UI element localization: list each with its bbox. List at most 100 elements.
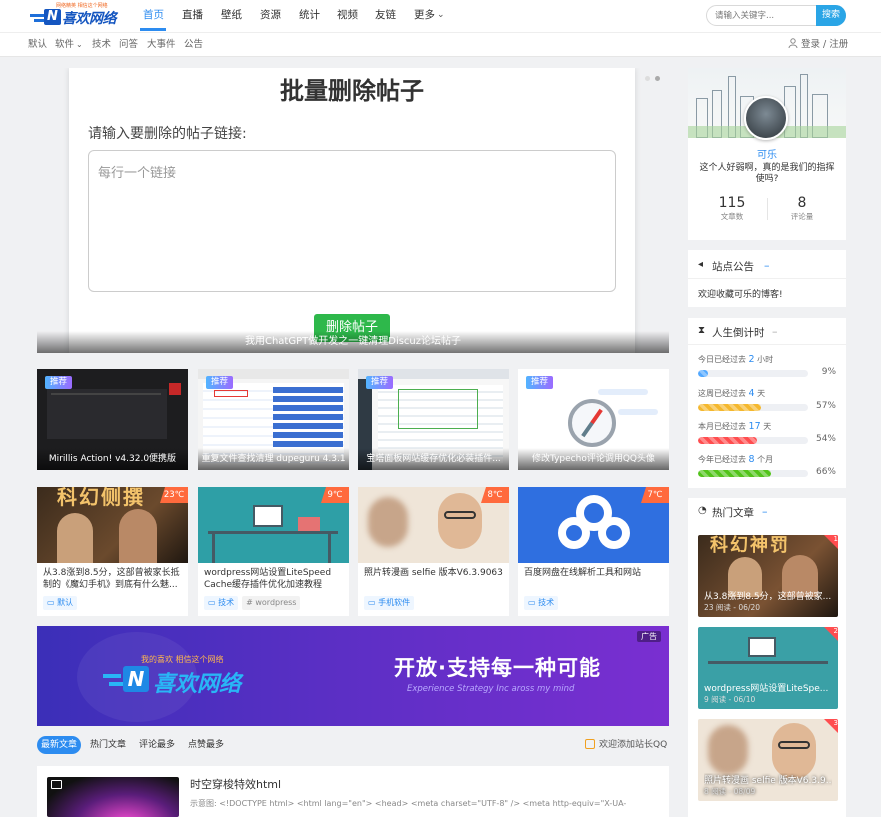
countdown-week-fill — [698, 404, 761, 411]
hot-articles-card: ◔ 热门文章 – 科幻神罚 1 从3.8涨到8.5分，这部曾被家... 23 阅… — [688, 498, 846, 817]
nav-live[interactable]: 直播 — [182, 0, 203, 31]
post-title[interactable]: 从3.8涨到8.5分，这部曾被家长抵制的《魔幻手机》到底有什么魅... — [43, 567, 183, 591]
featured-card[interactable]: 推荐 宝塔面板网站缓存优化必装插件... — [358, 369, 509, 470]
category-tag[interactable]: ▭ 技术 — [204, 596, 239, 610]
hot-title: 热门文章 — [712, 507, 754, 519]
subnav-software[interactable]: 软件 — [55, 33, 74, 57]
login-register-link[interactable]: 登录 / 注册 — [801, 33, 848, 57]
countdown-today-fill — [698, 370, 708, 377]
links-textarea[interactable]: 每行一个链接 — [88, 150, 616, 292]
profile-name[interactable]: 可乐 — [688, 146, 846, 161]
thumb-overlay-text: 科幻侧撰 — [57, 487, 145, 509]
folder-icon: ▭ — [368, 598, 376, 607]
title-dash: – — [762, 505, 768, 518]
tab-most-likes[interactable]: 点赞最多 — [188, 736, 224, 754]
nav-more[interactable]: 更多 — [414, 0, 435, 31]
hot-item[interactable]: 2 wordpress网站设置LiteSpe... 9 阅读 - 06/10 — [698, 627, 838, 709]
featured-card[interactable]: 推荐 Mirillis Action! v4.32.0便携版 — [37, 369, 188, 470]
search-input[interactable] — [715, 8, 810, 23]
slide-prompt: 请输入要删除的帖子链接: — [88, 126, 247, 142]
hot-thumb-text: 科幻神罚 — [710, 535, 790, 556]
qq-icon — [585, 739, 595, 749]
countdown-today-pct: 9% — [821, 367, 836, 377]
recommend-badge: 推荐 — [526, 376, 554, 389]
featured-card[interactable]: 推荐 重复文件查找清理 dupeguru 4.3.1 — [198, 369, 349, 470]
article-title[interactable]: 时空穿梭特效html — [190, 776, 281, 792]
category-bar: 默认 软件 ⌄ 技术 问答 大事件 公告 登录 / 注册 — [0, 32, 881, 57]
banner-logo: N 喜欢网络 我的喜欢 相信这个网络 — [103, 652, 303, 698]
rank-badge: 2 — [824, 627, 838, 643]
nav-friend-links[interactable]: 友链 — [375, 0, 396, 31]
slide-heading: 批量删除帖子 — [280, 77, 424, 105]
logo-text: 喜欢网络 — [62, 11, 117, 27]
nav-resources[interactable]: 资源 — [260, 0, 281, 31]
search-button[interactable]: 搜索 — [816, 5, 846, 26]
post-card[interactable]: 8℃ 照片转漫画 selfie 版本V6.3.9063 ▭ 手机软件 — [358, 487, 509, 616]
stat-articles-label: 文章数 — [720, 212, 744, 221]
countdown-today-label: 今日已经过去 2 小时 — [698, 354, 774, 365]
textarea-placeholder: 每行一个链接 — [98, 166, 177, 181]
subnav-notice[interactable]: 公告 — [184, 33, 203, 57]
folder-icon: ▭ — [528, 598, 536, 607]
countdown-year-pct: 66% — [815, 467, 836, 477]
article-excerpt: 示意图: <!DOCTYPE html> <html lang="en"> <h… — [190, 799, 627, 808]
slider-dot[interactable] — [645, 76, 650, 81]
post-title[interactable]: 百度网盘在线解析工具和网站 — [524, 567, 664, 579]
hero-slider[interactable]: 批量删除帖子 请输入要删除的帖子链接: 每行一个链接 删除帖子 我用ChatGP… — [37, 68, 669, 353]
category-tag[interactable]: ▭ 技术 — [524, 596, 559, 610]
wordpress-tag[interactable]: # wordpress — [242, 596, 301, 610]
countdown-month-bar — [698, 437, 808, 444]
folder-icon: ▭ — [47, 598, 55, 607]
tab-hot[interactable]: 热门文章 — [90, 736, 126, 754]
post-title[interactable]: 照片转漫画 selfie 版本V6.3.9063 — [364, 567, 504, 579]
add-qq-link[interactable]: 欢迎添加站长QQ — [599, 736, 667, 754]
hot-item[interactable]: 3 照片转漫画 selfie 版本V6.3.9... 8 阅读 - 08/09 — [698, 719, 838, 801]
nav-home[interactable]: 首页 — [143, 0, 164, 31]
countdown-week-label: 这周已经过去 4 天 — [698, 388, 766, 399]
ad-banner[interactable]: N 喜欢网络 我的喜欢 相信这个网络 开放·支持每一种可能 Experience… — [37, 626, 669, 726]
hot-item-title: 从3.8涨到8.5分，这部曾被家... — [704, 592, 832, 602]
recommend-badge: 推荐 — [45, 376, 73, 389]
featured-caption: Mirillis Action! v4.32.0便携版 — [37, 448, 188, 470]
nav-wallpaper[interactable]: 壁纸 — [221, 0, 242, 31]
subnav-default[interactable]: 默认 — [28, 33, 47, 57]
banner-subtext: Experience Strategy Inc aross my mind — [407, 684, 575, 694]
category-tag[interactable]: ▭ 手机软件 — [364, 596, 415, 610]
countdown-today-bar — [698, 370, 808, 377]
hot-item-title: 照片转漫画 selfie 版本V6.3.9... — [704, 776, 832, 786]
nav-video[interactable]: 视频 — [337, 0, 358, 31]
stat-comments: 8 评论量 — [772, 195, 832, 222]
tab-latest[interactable]: 最新文章 — [37, 736, 82, 754]
subnav-events[interactable]: 大事件 — [147, 33, 176, 57]
nav-stats[interactable]: 统计 — [299, 0, 320, 31]
post-title[interactable]: wordpress网站设置LiteSpeed Cache缓存插件优化加速教程 — [204, 567, 344, 591]
slider-dot-active[interactable] — [655, 76, 660, 81]
hot-item[interactable]: 科幻神罚 1 从3.8涨到8.5分，这部曾被家... 23 阅读 - 06/20 — [698, 535, 838, 617]
countdown-year-label: 今年已经过去 8 个月 — [698, 454, 774, 465]
divider — [688, 344, 846, 345]
rank-badge: 3 — [824, 719, 838, 735]
hot-item-meta: 8 阅读 - 08/09 — [704, 787, 756, 796]
megaphone-icon: ◂ — [698, 259, 704, 270]
tab-most-comments[interactable]: 评论最多 — [139, 736, 175, 754]
post-card[interactable]: 9℃ wordpress网站设置LiteSpeed Cache缓存插件优化加速教… — [198, 487, 349, 616]
nav-active-indicator — [140, 28, 166, 31]
article-item[interactable]: 时空穿梭特效html 示意图: <!DOCTYPE html> <html la… — [37, 766, 669, 817]
post-card[interactable]: 科幻侧撰 23℃ 从3.8涨到8.5分，这部曾被家长抵制的《魔幻手机》到底有什么… — [37, 487, 188, 616]
countdown-card: ⧗ 人生倒计时 – 今日已经过去 2 小时 9% 这周已经过去 4 天 57% … — [688, 318, 846, 488]
category-tag[interactable]: ▭ 默认 — [43, 596, 78, 610]
avatar[interactable] — [744, 96, 788, 140]
top-header: N 喜欢网络 网络精英 相信这个网络 首页 直播 壁纸 资源 统计 视频 友链 … — [0, 0, 881, 32]
profile-card: 可乐 这个人好弱啊，真的是我们的指挥使吗? 115 文章数 8 评论量 — [688, 68, 846, 240]
banner-slogan: 开放·支持每一种可能 — [394, 656, 601, 680]
countdown-month-pct: 54% — [815, 434, 836, 444]
featured-card[interactable]: 推荐 修改Typecho评论调用QQ头像 — [518, 369, 669, 470]
post-card[interactable]: 7℃ 百度网盘在线解析工具和网站 ▭ 技术 — [518, 487, 669, 616]
stat-articles-num: 115 — [718, 195, 746, 211]
subnav-qa[interactable]: 问答 — [119, 33, 138, 57]
countdown-year-bar — [698, 470, 808, 477]
subnav-tech[interactable]: 技术 — [92, 33, 111, 57]
banner-logo-text: 喜欢网络 — [153, 672, 242, 697]
site-logo[interactable]: N 喜欢网络 网络精英 相信这个网络 — [30, 3, 122, 27]
countdown-year-fill — [698, 470, 771, 477]
